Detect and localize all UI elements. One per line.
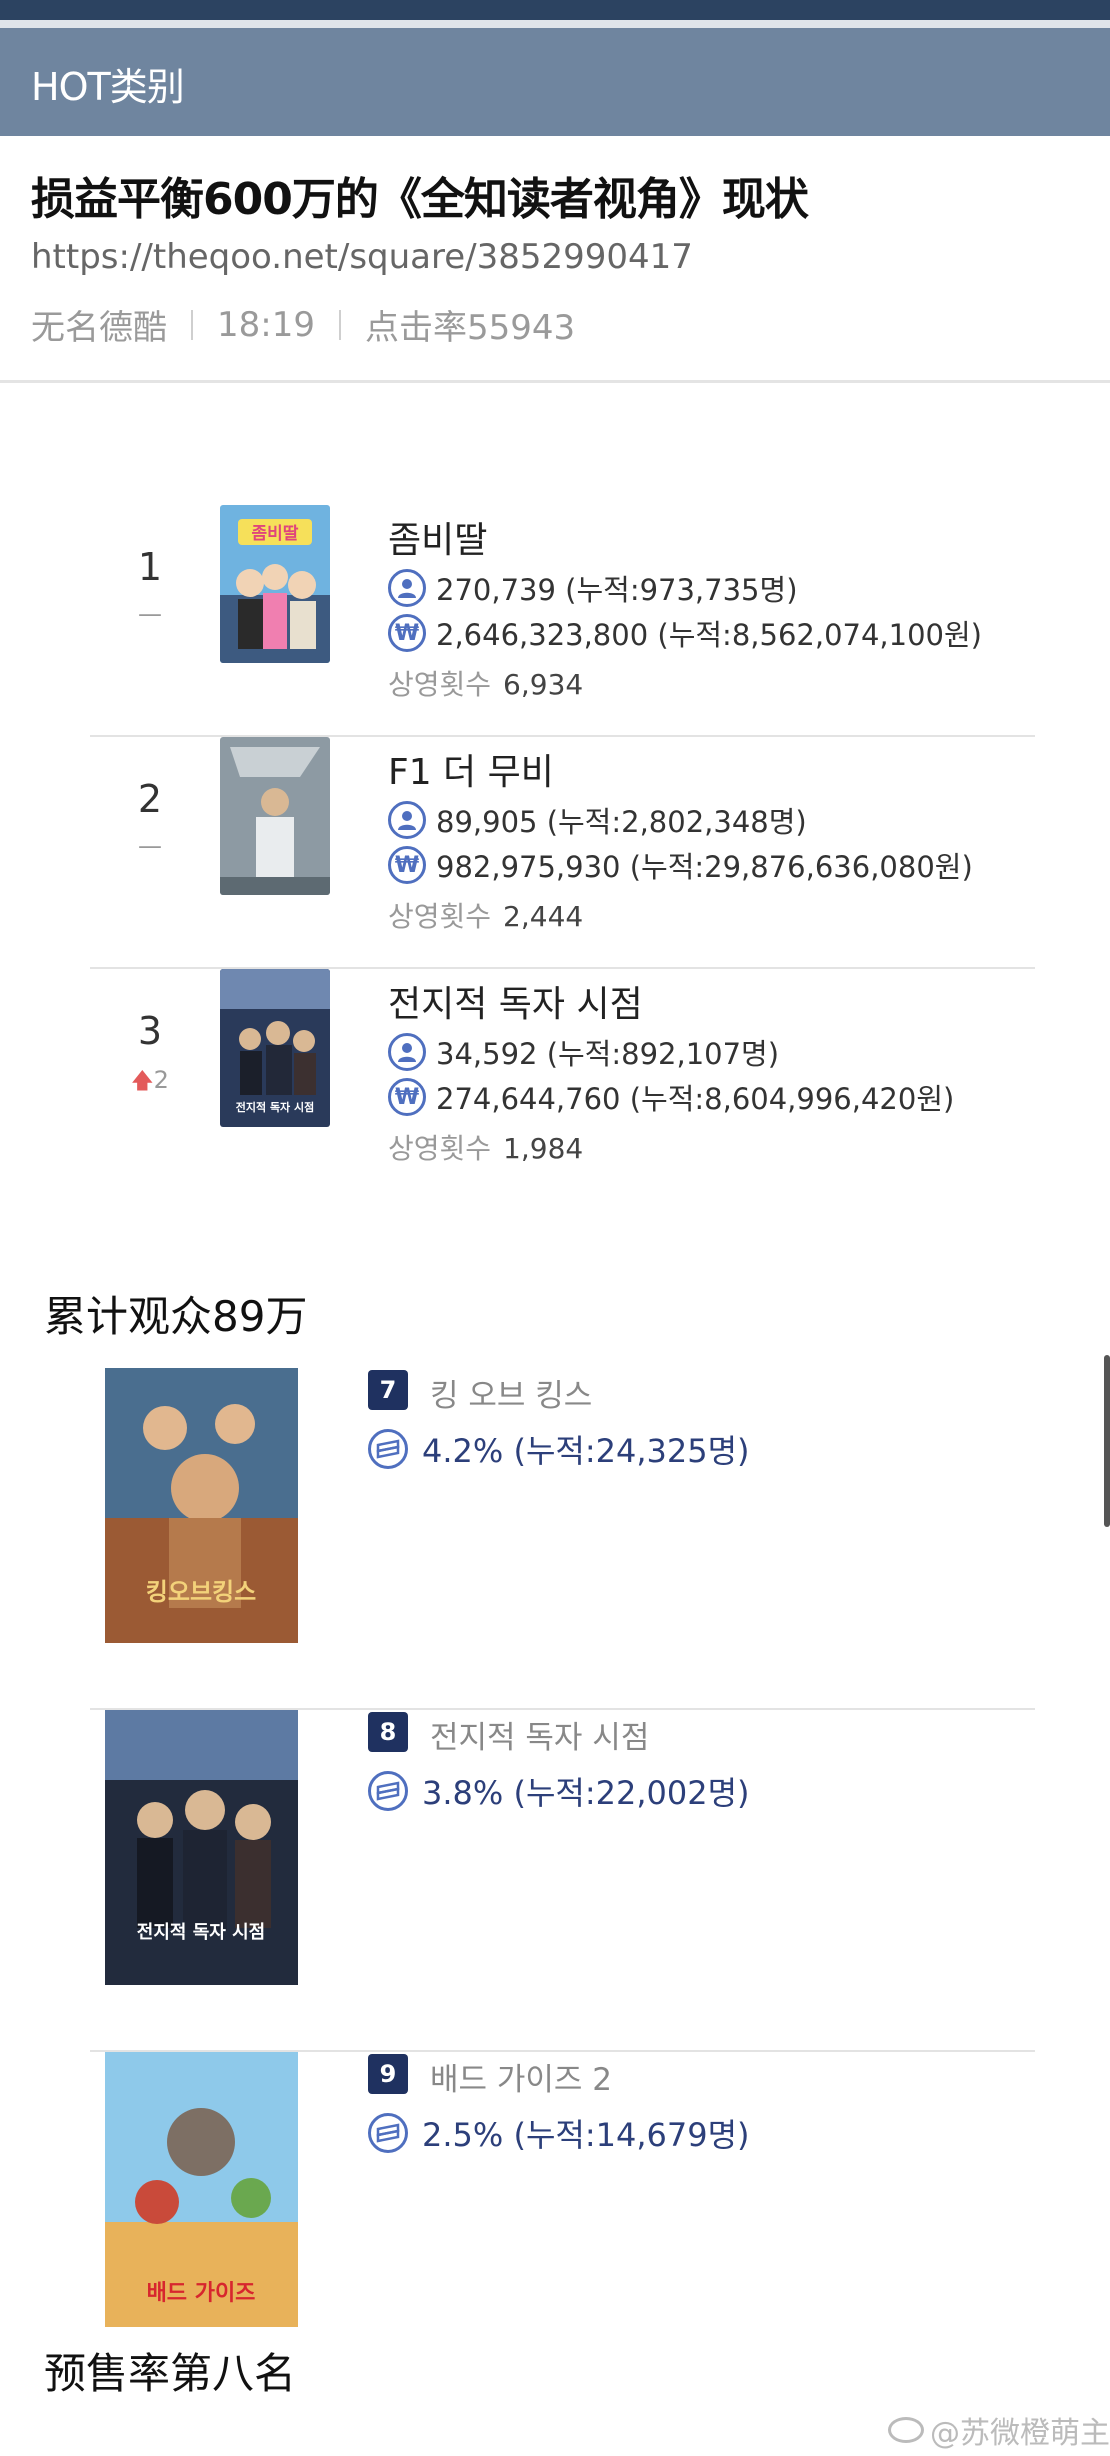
- meta-separator: [191, 309, 193, 340]
- revenue-value: 274,644,760 (누적:8,604,996,420원): [436, 1082, 955, 1116]
- presale-rank-badge: 9: [368, 2054, 408, 2094]
- category-label: HOT类别: [31, 65, 185, 109]
- post-url[interactable]: https://theqoo.net/square/3852990417: [31, 237, 693, 277]
- revenue-value: 2,646,323,800 (누적:8,562,074,100원): [436, 618, 982, 652]
- audience-stat: 89,905 (누적:2,802,348명): [388, 799, 807, 841]
- presale-row[interactable]: 킹오브킹스 7 킹 오브 킹스 4.2% (누적:24,325명): [90, 1368, 1035, 1710]
- weibo-icon: [888, 2417, 924, 2443]
- presale-rate-value: 3.8% (누적:22,002명): [422, 1774, 750, 1812]
- presale-rank-badge: 8: [368, 1712, 408, 1752]
- person-icon: [388, 569, 426, 607]
- poster-zombie-daughter[interactable]: 좀비딸: [220, 505, 330, 663]
- screenings-value: 6,934: [503, 668, 584, 701]
- audience-value: 270,739 (누적:973,735명): [436, 573, 798, 607]
- presale-rate: 4.2% (누적:24,325명): [368, 1426, 750, 1472]
- rank-number: 3: [137, 1009, 163, 1053]
- screenings-label: 상영횟수: [388, 900, 492, 933]
- poster-title-text: 전지적 독자 시점: [236, 1100, 315, 1114]
- presale-rank-badge: 7: [368, 1370, 408, 1410]
- poster-title-text: 좀비딸: [252, 524, 299, 544]
- screenings-label: 상영횟수: [388, 1132, 492, 1165]
- screenings-label: 상영횟수: [388, 668, 492, 701]
- presale-rate-value: 4.2% (누적:24,325명): [422, 1432, 750, 1470]
- won-icon: ₩: [388, 846, 426, 884]
- revenue-value: 982,975,930 (누적:29,876,636,080원): [436, 850, 973, 884]
- won-icon: ₩: [388, 1078, 426, 1116]
- header-divider: [0, 380, 1110, 383]
- presale-title[interactable]: 배드 가이즈 2: [430, 2054, 612, 2099]
- audience-stat: 34,592 (누적:892,107명): [388, 1031, 779, 1073]
- watermark: @苏微橙萌主: [888, 2408, 1110, 2452]
- audience-value: 89,905 (누적:2,802,348명): [436, 805, 807, 839]
- watermark-text: @苏微橙萌主: [930, 2416, 1110, 2451]
- presale-title[interactable]: 전지적 독자 시점: [430, 1712, 649, 1757]
- rank-change: —: [138, 600, 162, 628]
- rank-number: 2: [137, 777, 163, 821]
- presale-rate-value: 2.5% (누적:14,679명): [422, 2116, 750, 2154]
- presale-row[interactable]: 전지적 독자 시점 8 전지적 독자 시점 3.8% (누적:22,002명): [90, 1710, 1035, 2052]
- poster-f1[interactable]: [220, 737, 330, 895]
- person-icon: [388, 1033, 426, 1071]
- category-bar[interactable]: HOT类别: [0, 28, 1110, 136]
- poster-title-text: 배드 가이즈: [147, 2281, 256, 2306]
- poster-title-text: 킹오브킹스: [146, 1578, 256, 1606]
- movie-title[interactable]: F1 더 무비: [388, 743, 554, 795]
- ticket-icon: [368, 1429, 408, 1469]
- screenings: 상영횟수 1,984: [388, 1127, 583, 1167]
- presale-title[interactable]: 킹 오브 킹스: [430, 1370, 592, 1415]
- person-icon: [388, 801, 426, 839]
- box-office-row[interactable]: 1 — 좀비딸 좀비딸 270,739 (누적:973,735명) ₩ 2,64…: [90, 505, 1035, 737]
- rank-change: 🡅2: [120, 1064, 180, 1102]
- movie-title[interactable]: 좀비딸: [388, 511, 487, 563]
- caption-presale-rank: 预售率第八名: [44, 2349, 297, 2398]
- box-office-row[interactable]: 2 — F1 더 무비 89,905 (누적:2,802,348명) ₩ 982…: [90, 737, 1035, 969]
- post-views: 点击率55943: [364, 308, 576, 348]
- presale-rate: 2.5% (누적:14,679명): [368, 2110, 750, 2156]
- screenings-value: 1,984: [503, 1132, 584, 1165]
- poster-bad-guys-2[interactable]: 배드 가이즈: [105, 2052, 298, 2327]
- box-office-row[interactable]: 3 🡅2 전지적 독자 시점 전지적 독자 시점 34,592 (누적:892,…: [90, 969, 1035, 1201]
- rank-number: 1: [137, 545, 163, 589]
- poster-omniscient-reader[interactable]: 전지적 독자 시점: [220, 969, 330, 1127]
- post-time: 18:19: [217, 304, 315, 345]
- meta-separator: [338, 309, 341, 340]
- revenue-stat: ₩ 982,975,930 (누적:29,876,636,080원): [388, 844, 973, 886]
- post-author[interactable]: 无名德酷: [31, 300, 167, 349]
- screenings: 상영횟수 2,444: [388, 895, 583, 935]
- revenue-stat: ₩ 274,644,760 (누적:8,604,996,420원): [388, 1076, 954, 1118]
- won-icon: ₩: [388, 614, 426, 652]
- post-title: 损益平衡600万的《全知读者视角》现状: [31, 174, 809, 225]
- arrow-up-icon: 🡅: [131, 1069, 154, 1094]
- poster-omniscient-reader[interactable]: 전지적 독자 시점: [105, 1710, 298, 1985]
- post-meta: 无名德酷 18:19 点击率55943: [31, 300, 575, 349]
- caption-cumulative-audience: 累计观众89万: [44, 1292, 308, 1341]
- scrollbar-thumb[interactable]: [1104, 1355, 1110, 1527]
- ticket-icon: [368, 2113, 408, 2153]
- rank-change-value: 2: [153, 1066, 169, 1094]
- audience-value: 34,592 (누적:892,107명): [436, 1037, 780, 1071]
- screenings-value: 2,444: [503, 900, 584, 933]
- presale-rate: 3.8% (누적:22,002명): [368, 1768, 750, 1814]
- movie-title[interactable]: 전지적 독자 시점: [388, 975, 643, 1027]
- rank-change: —: [138, 832, 162, 860]
- revenue-stat: ₩ 2,646,323,800 (누적:8,562,074,100원): [388, 612, 982, 654]
- poster-title-text: 전지적 독자 시점: [137, 1922, 265, 1943]
- poster-king-of-kings[interactable]: 킹오브킹스: [105, 1368, 298, 1643]
- audience-stat: 270,739 (누적:973,735명): [388, 567, 798, 609]
- screenings: 상영횟수 6,934: [388, 663, 583, 703]
- status-bar-divider: [0, 20, 1110, 28]
- ticket-icon: [368, 1771, 408, 1811]
